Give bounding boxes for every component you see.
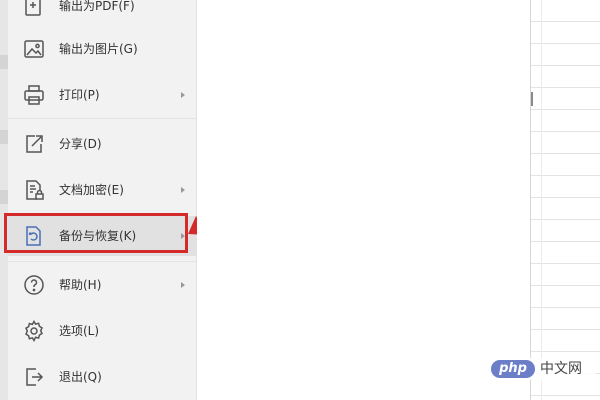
menu-item-label: 输出为PDF(F) (59, 0, 135, 13)
chevron-right-icon (178, 228, 188, 244)
help-icon (22, 273, 46, 297)
menu-item-share[interactable]: 分享(D) (8, 124, 196, 164)
watermark-badge: php (491, 360, 535, 378)
spreadsheet-grid (531, 0, 600, 400)
menu-item-label: 选项(L) (59, 324, 100, 338)
menu-item-export-image[interactable]: 输出为图片(G) (8, 29, 196, 69)
chevron-right-icon (178, 277, 188, 293)
exit-icon (22, 365, 46, 389)
menu-item-label: 帮助(H) (59, 278, 102, 292)
gear-icon (22, 319, 46, 343)
edge-marker (0, 130, 8, 144)
menu-item-help[interactable]: 帮助(H) (8, 265, 196, 305)
cell-cursor (531, 92, 533, 106)
menu-item-export-pdf[interactable]: 输出为PDF(F) (8, 0, 196, 26)
watermark: php 中文网 (491, 358, 596, 380)
document-area (197, 0, 531, 400)
menu-item-label: 文档加密(E) (59, 183, 124, 197)
menu-item-print[interactable]: 打印(P) (8, 75, 196, 115)
menu-item-label: 备份与恢复(K) (59, 229, 137, 243)
backup-restore-icon (22, 224, 46, 248)
menu-item-label: 打印(P) (59, 88, 100, 102)
share-icon (22, 132, 46, 156)
edge-marker (0, 190, 8, 204)
grid-column-line (541, 0, 542, 400)
menu-item-options[interactable]: 选项(L) (8, 311, 196, 351)
menu-divider (8, 118, 196, 119)
menu-item-encrypt[interactable]: 文档加密(E) (8, 170, 196, 210)
menu-item-backup-restore[interactable]: 备份与恢复(K) (8, 216, 196, 256)
left-edge-strip (0, 0, 8, 400)
file-menu: 输出为PDF(F) 输出为图片(G) 打印(P) 分享(D) 文档加密(E) 备… (8, 0, 197, 400)
menu-item-label: 输出为图片(G) (59, 42, 138, 56)
menu-item-label: 退出(Q) (59, 370, 102, 384)
document-lock-icon (22, 178, 46, 202)
menu-divider (8, 261, 196, 262)
export-pdf-icon (22, 0, 46, 18)
edge-marker (0, 55, 8, 69)
chevron-right-icon (178, 182, 188, 198)
printer-icon (22, 83, 46, 107)
menu-item-exit[interactable]: 退出(Q) (8, 357, 196, 397)
chevron-right-icon (178, 87, 188, 103)
document-icon (227, 0, 247, 6)
watermark-text: 中文网 (540, 361, 582, 377)
menu-item-label: 分享(D) (59, 137, 102, 151)
export-image-icon (22, 37, 46, 61)
